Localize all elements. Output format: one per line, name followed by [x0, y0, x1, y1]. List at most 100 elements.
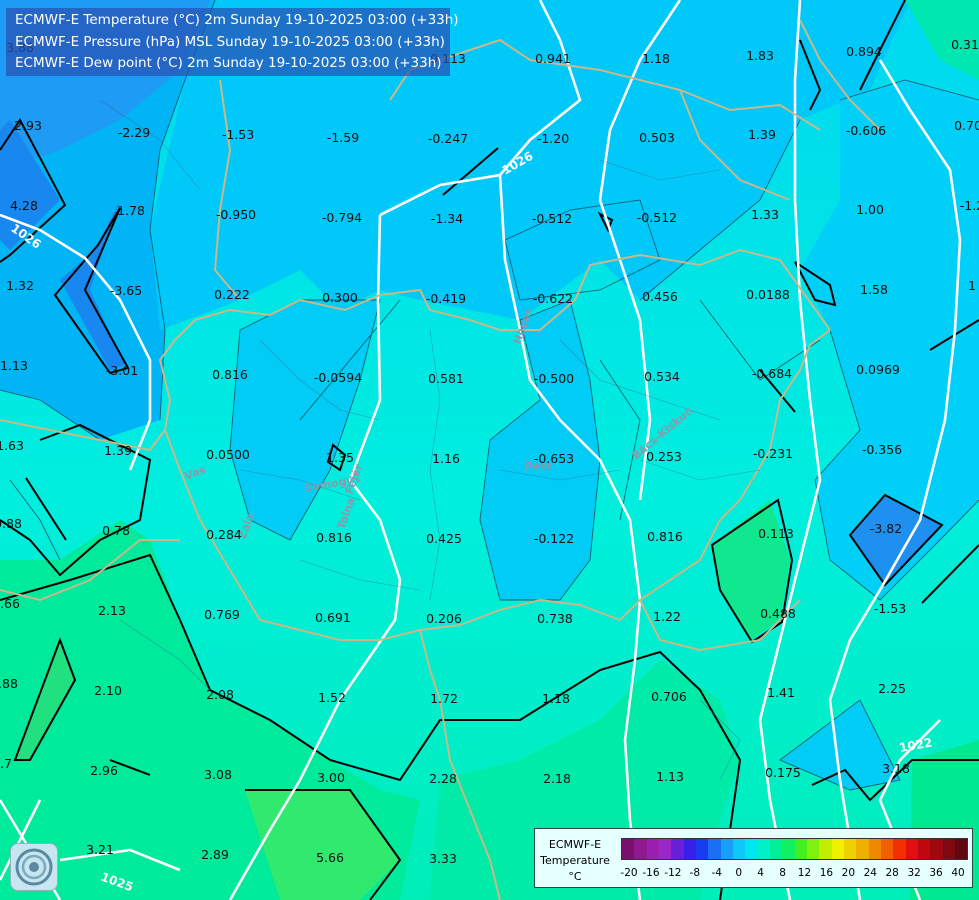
- legend-swatch: [658, 839, 672, 859]
- legend-swatch: [856, 839, 869, 859]
- value-label: 3.08: [204, 767, 232, 782]
- value-label: 0.0500: [206, 447, 250, 462]
- value-label: 0.816: [647, 529, 683, 544]
- title-temperature: ECMWF-E Temperature (°C) 2m Sunday 19-10…: [15, 12, 459, 28]
- value-label: 0.253: [646, 449, 682, 464]
- value-label: 1.18: [542, 691, 570, 706]
- value-label: -0.653: [534, 451, 574, 466]
- legend-tick: 0: [735, 867, 742, 879]
- value-label: 2.10: [94, 683, 122, 698]
- legend-swatch: [942, 839, 955, 859]
- value-label: 1.22: [653, 609, 681, 624]
- legend-swatch: [917, 839, 931, 859]
- value-label: -3.82: [870, 521, 902, 536]
- value-label: 3.33: [429, 851, 457, 866]
- value-label: 0.894: [846, 44, 882, 59]
- value-label: -0.622: [533, 291, 573, 306]
- value-label: -0.512: [532, 211, 572, 226]
- value-label: 0.206: [426, 611, 462, 626]
- ecmwf-logo-icon: [10, 843, 58, 891]
- legend-swatch: [868, 839, 881, 859]
- legend-swatch: [893, 839, 906, 859]
- value-label: -0.684: [752, 366, 792, 381]
- value-label: 0.175: [765, 765, 801, 780]
- legend-swatch: [843, 839, 857, 859]
- legend-swatch: [831, 839, 844, 859]
- value-label: 1.58: [860, 282, 888, 297]
- legend-swatch: [634, 839, 647, 859]
- legend-swatch: [708, 839, 721, 859]
- value-label: 0.78: [102, 523, 130, 538]
- value-label: 0.941: [535, 51, 571, 66]
- legend-tick: 40: [951, 867, 965, 879]
- value-label: 2.13: [98, 603, 126, 618]
- value-label: 1.32: [6, 278, 34, 293]
- value-label: 0.456: [642, 289, 678, 304]
- value-label: 2.93: [14, 118, 42, 133]
- legend-tick: 16: [819, 867, 834, 879]
- value-label: 2.08: [206, 687, 234, 702]
- title-pressure: ECMWF-E Pressure (hPa) MSL Sunday 19-10-…: [15, 34, 445, 50]
- legend-swatch: [905, 839, 918, 859]
- value-label: 0.816: [316, 530, 352, 545]
- value-label: 3.21: [86, 842, 114, 857]
- value-label: 0.222: [214, 287, 250, 302]
- legend-swatch: [671, 839, 684, 859]
- value-label: 5.66: [316, 850, 344, 865]
- legend-swatch: [794, 839, 807, 859]
- value-label: 1.35: [326, 450, 354, 465]
- value-label: 0.7: [0, 756, 12, 771]
- value-label: -1.34: [431, 211, 463, 226]
- value-label: 1.78: [117, 203, 145, 218]
- value-label: -0.950: [216, 207, 256, 222]
- value-label: 1.33: [751, 207, 779, 222]
- legend-tick: -8: [689, 867, 701, 879]
- legend-tick: -12: [664, 867, 682, 879]
- value-label: 1.00: [856, 202, 884, 217]
- value-label: 1.13: [656, 769, 684, 784]
- legend-tick: -20: [620, 867, 638, 879]
- value-label: -0.419: [426, 291, 466, 306]
- value-label: 1.52: [318, 690, 346, 705]
- legend-tick: 24: [863, 867, 877, 879]
- value-label: -0.231: [753, 446, 793, 461]
- value-label: 2.18: [543, 771, 571, 786]
- value-label: 0.70: [954, 118, 979, 133]
- value-label: 2.89: [201, 847, 229, 862]
- value-label: 0.769: [204, 607, 240, 622]
- value-label: -0.794: [322, 210, 362, 225]
- legend-swatch: [930, 839, 943, 859]
- legend-variable-label: Temperature: [540, 854, 610, 867]
- legend-tick: 32: [907, 867, 921, 879]
- legend-ticks: -20 -16 -12 -8 -4 0 4 8 12 16 20 24 28 32 36 40: [620, 867, 966, 881]
- value-label: 2.25: [878, 681, 906, 696]
- value-label: 0.284: [206, 527, 242, 542]
- value-label: 3.00: [317, 770, 345, 785]
- value-label: 1.41: [767, 685, 795, 700]
- value-label: 0.31: [951, 37, 979, 52]
- value-label: -1.20: [537, 131, 569, 146]
- legend-swatch: [769, 839, 783, 859]
- value-label: 0.738: [537, 611, 573, 626]
- legend-swatch: [683, 839, 696, 859]
- value-label: -0.606: [846, 123, 886, 138]
- legend-swatch: [782, 839, 795, 859]
- value-label: 0.66: [0, 596, 20, 611]
- value-label: 0.425: [426, 531, 462, 546]
- value-label: 1.16: [432, 451, 460, 466]
- value-label: 0.0188: [746, 287, 790, 302]
- legend-swatch: [732, 839, 746, 859]
- legend-swatch: [745, 839, 758, 859]
- value-label: -1.2: [960, 198, 979, 213]
- value-label: 1.72: [430, 691, 458, 706]
- value-label: 2.96: [90, 763, 118, 778]
- legend-tick: 4: [757, 867, 764, 879]
- legend-swatch: [695, 839, 709, 859]
- value-label: -1.53: [874, 601, 906, 616]
- legend-color-bar: [621, 838, 968, 860]
- value-label: 0.691: [315, 610, 351, 625]
- value-label: 1.13: [0, 358, 28, 373]
- value-label: 0.503: [639, 130, 675, 145]
- value-label: 0.113: [758, 526, 794, 541]
- value-label: 0.488: [760, 606, 796, 621]
